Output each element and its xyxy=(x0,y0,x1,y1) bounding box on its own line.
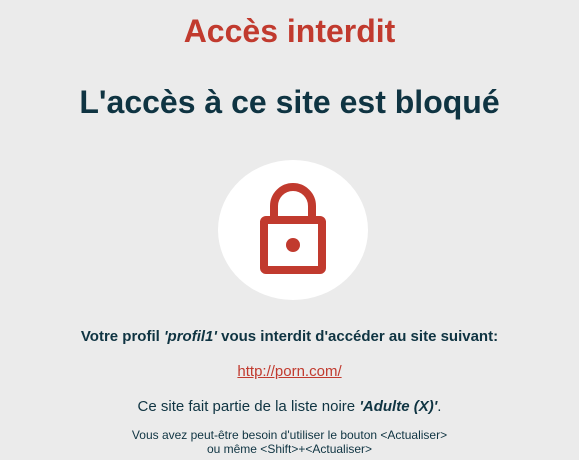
page-subtitle: L'accès à ce site est bloqué xyxy=(79,84,500,120)
blocked-page: Accès interdit L'accès à ce site est blo… xyxy=(0,0,579,460)
blacklist-name: 'Adulte (X)' xyxy=(359,398,438,415)
profile-name: 'profil1' xyxy=(163,328,217,345)
blacklist-prefix: Ce site fait partie de la liste noire xyxy=(137,398,360,415)
profile-message: Votre profil 'profil1' vous interdit d'a… xyxy=(0,327,579,347)
refresh-hint-line-2: ou même <Shift>+<Actualiser> xyxy=(206,442,373,456)
lock-icon xyxy=(260,183,326,274)
lock-badge xyxy=(218,160,368,300)
blacklist-message: Ce site fait partie de la liste noire 'A… xyxy=(0,397,579,417)
profile-prefix: Votre profil xyxy=(80,328,164,345)
blacklist-suffix: . xyxy=(437,398,442,415)
refresh-hint-line-1: Vous avez peut-être besoin d'utiliser le… xyxy=(131,428,448,442)
profile-suffix: vous interdit d'accéder au site suivant: xyxy=(216,328,499,345)
refresh-hint: Vous avez peut-être besoin d'utiliser le… xyxy=(0,428,579,456)
blocked-url-link[interactable]: http://porn.com/ xyxy=(237,363,341,380)
page-title: Accès interdit xyxy=(183,13,396,49)
blocked-url-row: http://porn.com/ xyxy=(0,362,579,382)
